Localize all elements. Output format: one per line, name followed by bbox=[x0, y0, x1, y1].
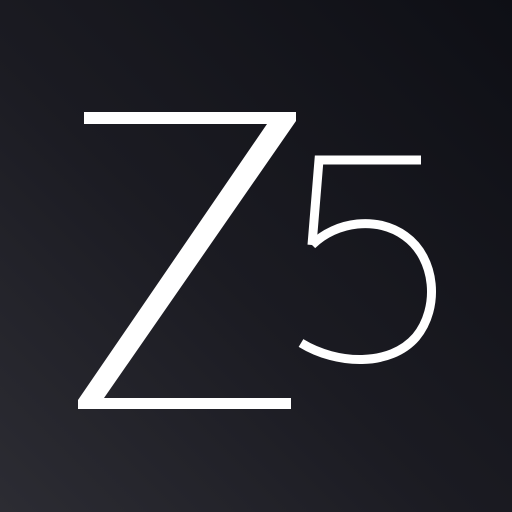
app-icon bbox=[0, 0, 512, 512]
digit-5-glyph bbox=[298, 155, 436, 364]
letter-z-glyph bbox=[78, 112, 296, 409]
z5-logo bbox=[78, 112, 436, 409]
